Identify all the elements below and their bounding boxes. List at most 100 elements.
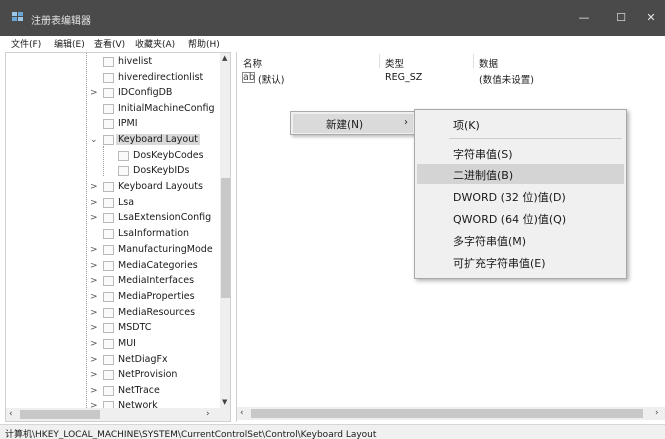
chevron-right-icon[interactable]: > (90, 88, 98, 98)
folder-icon (103, 88, 114, 98)
tree-item[interactable]: > MediaInterfaces (6, 274, 216, 289)
tree-item[interactable]: > NetProvision (6, 368, 216, 383)
tree-item[interactable]: hiveredirectionlist (6, 71, 216, 86)
menu-item-label: QWORD (64 位)值(Q) (453, 213, 567, 226)
scroll-right-icon[interactable]: › (206, 409, 210, 419)
tree-horizontal-scrollbar[interactable]: ‹ › (6, 408, 230, 421)
menu-favorites[interactable]: 收藏夹(A) (135, 37, 175, 50)
tree-item[interactable]: DosKeybIDs (6, 164, 216, 179)
registry-tree[interactable]: hivelist hiveredirectionlist > IDConfigD… (5, 52, 231, 422)
tree-item[interactable]: > NetDiagFx (6, 353, 216, 368)
tree-item[interactable]: > MediaResources (6, 306, 216, 321)
folder-icon (103, 276, 114, 286)
tree-item[interactable]: > Network (6, 399, 216, 408)
new-submenu: 项(K) 字符串值(S) 二进制值(B) DWORD (32 位)值(D) QW… (414, 109, 627, 279)
menu-item-new[interactable]: 新建(N) › (293, 114, 413, 133)
value-type: REG_SZ (385, 72, 423, 83)
close-button[interactable]: ✕ (630, 0, 665, 36)
tree-item[interactable]: > LsaExtensionConfig (6, 211, 216, 226)
tree-item-label: NetDiagFx (118, 354, 168, 365)
tree-item-label: Keyboard Layout (116, 134, 200, 145)
minimize-button[interactable]: — (563, 0, 605, 36)
tree-vertical-scrollbar[interactable]: ▲ ▼ (220, 53, 230, 408)
scroll-right-icon[interactable]: › (655, 408, 659, 418)
tree-item-label: DosKeybIDs (133, 165, 190, 176)
tree-item[interactable]: > Keyboard Layouts (6, 180, 216, 195)
tree-item[interactable]: > MSDTC (6, 321, 216, 336)
menu-item-string-value[interactable]: 字符串值(S) (417, 143, 624, 163)
chevron-right-icon[interactable]: > (90, 213, 98, 223)
folder-icon (103, 57, 114, 67)
scroll-up-icon[interactable]: ▲ (222, 54, 227, 62)
tree-item-keyboard-layout[interactable]: ⌄ Keyboard Layout (6, 133, 216, 148)
tree-item[interactable]: > NetTrace (6, 384, 216, 399)
chevron-right-icon[interactable]: > (90, 323, 98, 333)
tree-item-label: MediaResources (118, 307, 196, 318)
menu-item-qword-value[interactable]: QWORD (64 位)值(Q) (417, 208, 624, 228)
menu-item-label: DWORD (32 位)值(D) (453, 191, 566, 204)
tree-item[interactable]: hivelist (6, 55, 216, 70)
folder-icon (103, 401, 114, 408)
chevron-right-icon[interactable]: > (90, 276, 98, 286)
tree-item-label: ManufacturingMode (118, 244, 213, 255)
menu-file[interactable]: 文件(F) (11, 37, 41, 50)
scroll-thumb[interactable] (251, 409, 643, 418)
menu-item-key[interactable]: 项(K) (417, 114, 624, 134)
values-horizontal-scrollbar[interactable]: ‹ › (237, 407, 665, 420)
chevron-right-icon[interactable]: > (90, 355, 98, 365)
column-header-type[interactable]: 类型 (385, 56, 404, 70)
tree-item[interactable]: > Lsa (6, 196, 216, 211)
chevron-right-icon[interactable]: > (90, 386, 98, 396)
chevron-right-icon: › (404, 117, 408, 128)
scroll-thumb[interactable] (20, 410, 100, 419)
tree-item[interactable]: > IDConfigDB (6, 86, 216, 101)
folder-icon (103, 323, 114, 333)
folder-icon (103, 182, 114, 192)
chevron-right-icon[interactable]: > (90, 339, 98, 349)
tree-item-label: MediaProperties (118, 291, 195, 302)
menu-item-label: 可扩充字符串值(E) (453, 257, 546, 270)
tree-item[interactable]: > MediaProperties (6, 290, 216, 305)
chevron-right-icon[interactable]: > (90, 370, 98, 380)
chevron-right-icon[interactable]: > (90, 292, 98, 302)
menu-view[interactable]: 查看(V) (94, 37, 125, 50)
chevron-right-icon[interactable]: > (90, 245, 98, 255)
chevron-right-icon[interactable]: > (90, 182, 98, 192)
tree-item[interactable]: LsaInformation (6, 227, 216, 242)
tree-item-label: LsaExtensionConfig (118, 212, 212, 223)
menu-item-label: 项(K) (453, 119, 480, 132)
scroll-left-icon[interactable]: ‹ (9, 409, 13, 419)
tree-item[interactable]: > ManufacturingMode (6, 243, 216, 258)
menu-item-label: 新建(N) (326, 119, 364, 131)
chevron-down-icon[interactable]: ⌄ (90, 135, 98, 145)
menu-item-binary-value[interactable]: 二进制值(B) (417, 164, 624, 184)
column-header-name[interactable]: 名称 (243, 56, 262, 70)
tree-item[interactable]: InitialMachineConfig (6, 102, 216, 117)
menu-help[interactable]: 帮助(H) (188, 37, 220, 50)
menu-item-label: 二进制值(B) (453, 169, 514, 182)
tree-item[interactable]: > MediaCategories (6, 259, 216, 274)
scroll-thumb[interactable] (221, 178, 230, 298)
folder-icon (103, 198, 114, 208)
tree-item-label: DosKeybCodes (133, 150, 204, 161)
tree-item[interactable]: > MUI (6, 337, 216, 352)
tree-item-label: Keyboard Layouts (118, 181, 203, 192)
chevron-right-icon[interactable]: > (90, 308, 98, 318)
scroll-down-icon[interactable]: ▼ (222, 398, 227, 406)
value-row[interactable]: ab (默认) REG_SZ (数值未设置) (240, 71, 660, 86)
chevron-right-icon[interactable]: > (90, 198, 98, 208)
menu-item-expandable-string-value[interactable]: 可扩充字符串值(E) (417, 252, 624, 272)
menu-item-multi-string-value[interactable]: 多字符串值(M) (417, 230, 624, 250)
column-header-data[interactable]: 数据 (479, 56, 498, 70)
folder-icon (103, 104, 114, 114)
menu-item-dword-value[interactable]: DWORD (32 位)值(D) (417, 186, 624, 206)
tree-item[interactable]: IPMI (6, 117, 216, 132)
tree-item-label: MUI (118, 338, 136, 349)
scroll-left-icon[interactable]: ‹ (240, 408, 244, 418)
chevron-right-icon[interactable]: > (90, 261, 98, 271)
chevron-right-icon[interactable]: > (90, 401, 98, 408)
tree-item-label: NetProvision (118, 369, 178, 380)
tree-item-label: MediaCategories (118, 260, 198, 271)
tree-item[interactable]: DosKeybCodes (6, 149, 216, 164)
menu-edit[interactable]: 编辑(E) (54, 37, 85, 50)
